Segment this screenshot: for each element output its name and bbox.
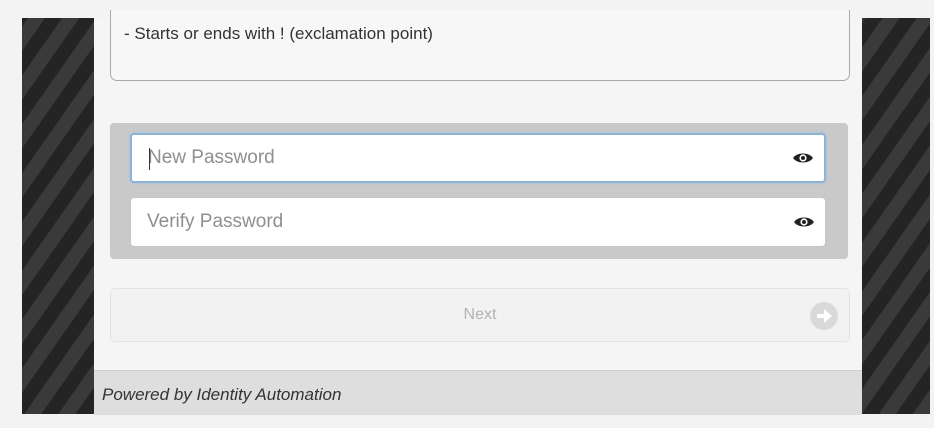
eye-icon[interactable] [793, 215, 815, 229]
footer: Powered by Identity Automation [94, 370, 862, 415]
text-cursor [149, 148, 150, 170]
powered-by-text: Powered by Identity Automation [102, 385, 342, 404]
next-button[interactable]: Next [110, 288, 850, 342]
new-password-input[interactable] [148, 135, 768, 181]
next-button-label: Next [463, 306, 497, 323]
password-rules-box [110, 10, 850, 81]
screen: - Starts or ends with ! (exclamation poi… [0, 0, 934, 428]
verify-password-input[interactable] [147, 198, 767, 246]
verify-password-field[interactable] [130, 197, 826, 247]
eye-icon[interactable] [792, 151, 814, 165]
arrow-right-circle-icon [810, 302, 838, 330]
password-rule-item: - Starts or ends with ! (exclamation poi… [124, 24, 433, 43]
new-password-field[interactable] [130, 133, 826, 183]
